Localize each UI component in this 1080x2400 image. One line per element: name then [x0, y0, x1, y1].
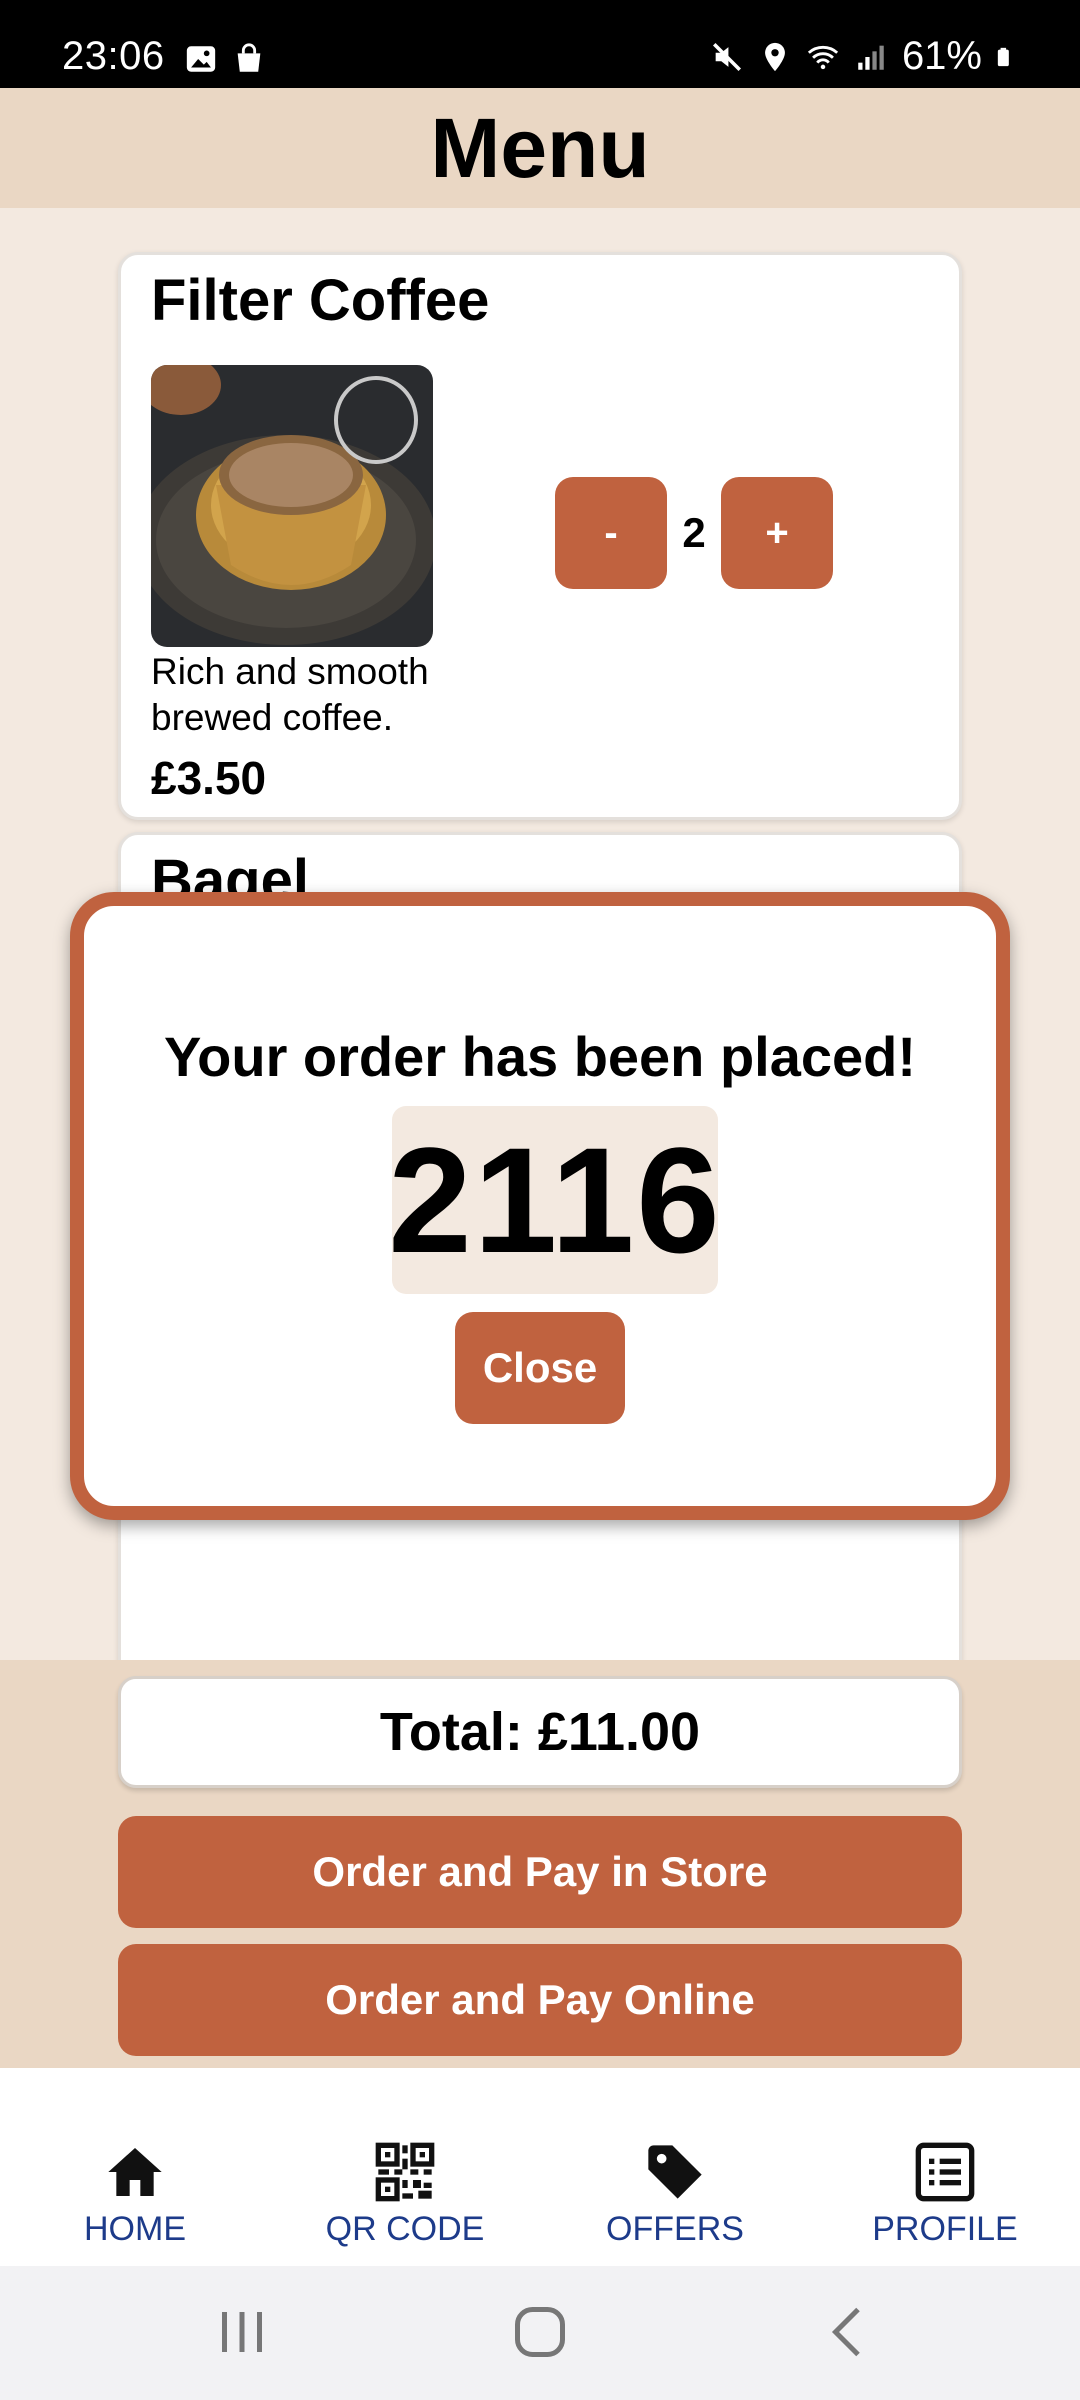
- nav-label: HOME: [84, 2210, 186, 2248]
- home-icon: [108, 2148, 162, 2196]
- menu-item-description: Rich and smooth brewed coffee.: [151, 651, 429, 738]
- nav-item-profile[interactable]: PROFILE: [810, 2068, 1080, 2266]
- order-number: 2116: [388, 1106, 720, 1294]
- shopping-bag-icon: [237, 43, 261, 72]
- status-time: 23:06: [62, 34, 165, 78]
- home-button-icon[interactable]: [510, 2302, 570, 2362]
- modal-title: Your order has been placed!: [163, 1025, 917, 1088]
- quantity-value: 2: [682, 509, 706, 556]
- menu-item-card: Filter Coffee Rich and smooth brewed cof…: [118, 252, 962, 820]
- system-nav-bar: [0, 2266, 1080, 2400]
- filter-coffee-image: [151, 365, 433, 647]
- close-button[interactable]: Close: [455, 1312, 625, 1424]
- quantity-stepper: - 2 +: [555, 477, 833, 589]
- order-confirmation-modal: Your order has been placed! 2116 Close: [70, 892, 1010, 1520]
- order-pay-online-button[interactable]: Order and Pay Online: [118, 1944, 962, 2056]
- mute-icon: [712, 42, 741, 71]
- page-title: Menu: [430, 100, 650, 195]
- increase-quantity-button[interactable]: +: [721, 477, 833, 589]
- back-icon[interactable]: [818, 2302, 878, 2362]
- decrease-quantity-button[interactable]: -: [555, 477, 667, 589]
- wifi-icon: [807, 45, 839, 69]
- nav-item-home[interactable]: HOME: [0, 2068, 270, 2266]
- list-icon: [915, 2142, 975, 2202]
- order-pay-in-store-button[interactable]: Order and Pay in Store: [118, 1816, 962, 1928]
- nav-label: PROFILE: [872, 2210, 1018, 2248]
- order-panel: Total: £11.00 Order and Pay in Store Ord…: [0, 1660, 1080, 2068]
- battery-percent: 61%: [901, 34, 982, 78]
- recent-apps-icon[interactable]: [212, 2302, 272, 2362]
- qr-code-icon: [375, 2142, 435, 2202]
- nav-item-qr-code[interactable]: QR CODE: [270, 2068, 540, 2266]
- image-icon: [186, 46, 216, 72]
- location-icon: [765, 42, 785, 71]
- nav-item-offers[interactable]: OFFERS: [540, 2068, 810, 2266]
- order-total: Total: £11.00: [118, 1676, 962, 1788]
- tag-icon: [648, 2145, 702, 2199]
- status-bar: 23:06 61%: [0, 0, 1080, 88]
- app-header: Menu: [0, 88, 1080, 208]
- nav-label: QR CODE: [325, 2210, 485, 2248]
- nav-label: OFFERS: [606, 2210, 744, 2248]
- signal-icon: [858, 45, 884, 70]
- bottom-nav: HOME QR CODE OFFERS PROFILE: [0, 2068, 1080, 2266]
- menu-item-price: £3.50: [151, 752, 267, 804]
- menu-item-title: Filter Coffee: [151, 268, 490, 333]
- menu-item-image: [151, 365, 433, 647]
- battery-icon: [997, 47, 1009, 66]
